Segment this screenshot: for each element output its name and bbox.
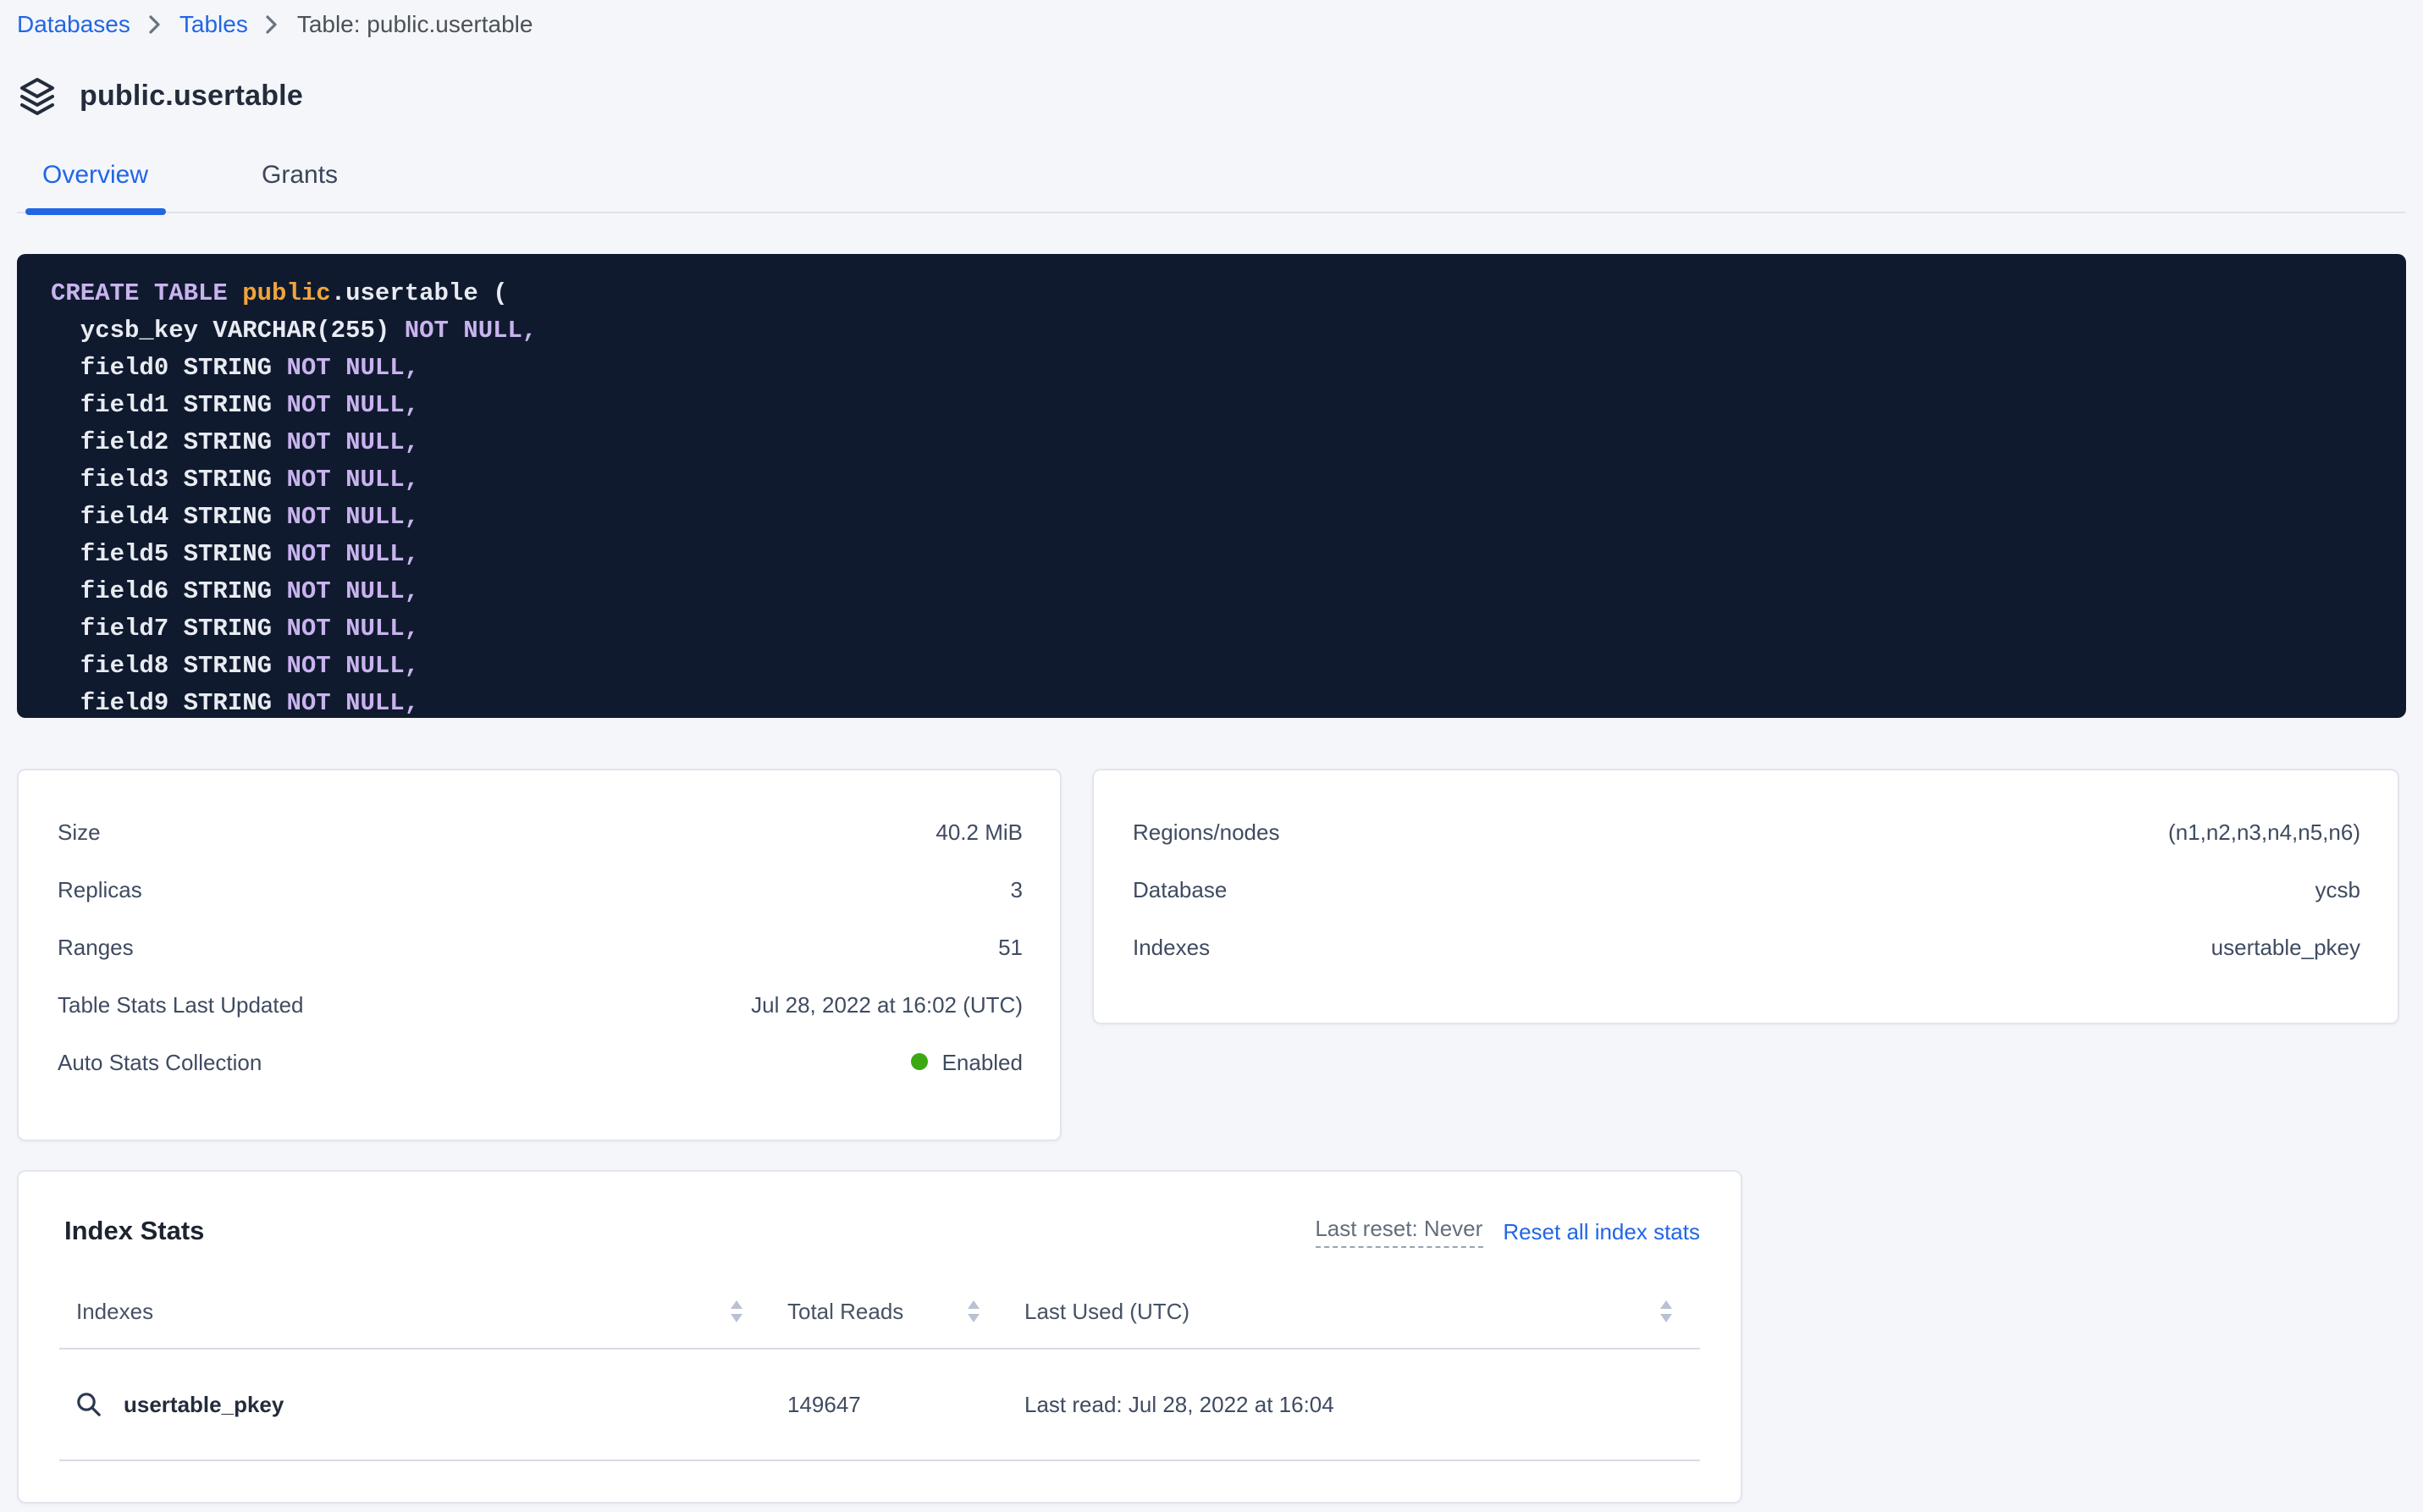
tab-grants[interactable]: Grants <box>245 147 355 212</box>
meta-row-regions: Regions/nodes (n1,n2,n3,n4,n5,n6) <box>1094 803 2398 860</box>
chevron-right-icon <box>267 14 279 33</box>
column-header-last-used[interactable]: Last Used (UTC) <box>1007 1299 1700 1324</box>
table-details-card: Size 40.2 MiB Replicas 3 Ranges 51 Table… <box>17 769 1062 1141</box>
status-text: Enabled <box>942 1049 1023 1074</box>
index-stats-card: Index Stats Last reset: Never Reset all … <box>17 1170 1742 1504</box>
column-label: Total Reads <box>787 1299 903 1324</box>
column-header-total-reads[interactable]: Total Reads <box>770 1299 1007 1324</box>
page-header: public.usertable <box>17 76 2406 117</box>
detail-label: Table Stats Last Updated <box>58 991 304 1017</box>
index-stats-header: Index Stats Last reset: Never Reset all … <box>64 1216 1700 1248</box>
index-name-cell: usertable_pkey <box>59 1392 770 1417</box>
detail-label: Auto Stats Collection <box>58 1049 262 1074</box>
chevron-right-icon <box>149 14 161 33</box>
detail-row-ranges: Ranges 51 <box>19 918 1060 975</box>
meta-row-indexes: Indexes usertable_pkey <box>1094 918 2398 975</box>
total-reads-cell: 149647 <box>770 1392 1007 1417</box>
details-section: Size 40.2 MiB Replicas 3 Ranges 51 Table… <box>17 769 2399 1141</box>
detail-value: 3 <box>1011 876 1023 902</box>
breadcrumb-link-databases[interactable]: Databases <box>17 10 130 37</box>
tab-bar: Overview Grants <box>17 147 2406 213</box>
table-meta-card: Regions/nodes (n1,n2,n3,n4,n5,n6) Databa… <box>1092 769 2399 1024</box>
column-header-indexes[interactable]: Indexes <box>59 1299 770 1324</box>
tab-overview[interactable]: Overview <box>25 147 165 212</box>
detail-value: 40.2 MiB <box>936 819 1023 844</box>
detail-value: Jul 28, 2022 at 16:02 (UTC) <box>751 991 1023 1017</box>
detail-row-size: Size 40.2 MiB <box>19 803 1060 860</box>
table-detail-page: Databases Tables Table: public.usertable… <box>0 0 2423 1512</box>
sort-icon <box>730 1300 743 1322</box>
breadcrumb-link-tables[interactable]: Tables <box>179 10 248 37</box>
meta-value: usertable_pkey <box>2211 934 2360 959</box>
create-table-statement: CREATE TABLE public.usertable ( ycsb_key… <box>17 254 2406 718</box>
sort-icon <box>967 1300 980 1322</box>
detail-row-replicas: Replicas 3 <box>19 860 1060 918</box>
reset-all-index-stats-link[interactable]: Reset all index stats <box>1503 1219 1700 1244</box>
detail-label: Replicas <box>58 876 142 902</box>
detail-label: Ranges <box>58 934 134 959</box>
meta-label: Indexes <box>1133 934 1210 959</box>
table-layers-icon <box>17 76 58 117</box>
meta-value: (n1,n2,n3,n4,n5,n6) <box>2168 819 2360 844</box>
column-label: Indexes <box>76 1299 153 1324</box>
detail-value: 51 <box>998 934 1023 959</box>
index-stats-title: Index Stats <box>64 1217 204 1247</box>
detail-row-auto-stats: Auto Stats Collection Enabled <box>19 1033 1060 1090</box>
meta-row-database: Database ycsb <box>1094 860 2398 918</box>
meta-label: Database <box>1133 876 1227 902</box>
detail-row-stats-updated: Table Stats Last Updated Jul 28, 2022 at… <box>19 975 1060 1033</box>
index-stats-table-header: Indexes Total Reads Last Used (UTC) <box>59 1285 1700 1349</box>
index-stats-table: Indexes Total Reads Last Used (UTC) <box>59 1285 1700 1461</box>
breadcrumb: Databases Tables Table: public.usertable <box>0 0 2423 37</box>
status-dot-green <box>912 1053 929 1070</box>
detail-label: Size <box>58 819 101 844</box>
last-used-cell: Last read: Jul 28, 2022 at 16:04 <box>1007 1392 1700 1417</box>
column-label: Last Used (UTC) <box>1024 1299 1189 1324</box>
index-stats-controls: Last reset: Never Reset all index stats <box>1315 1216 1700 1248</box>
detail-value: Enabled <box>912 1049 1023 1074</box>
last-reset-tooltip-trigger: Last reset: Never <box>1315 1216 1482 1248</box>
meta-value: ycsb <box>2315 876 2360 902</box>
sort-icon <box>1659 1300 1673 1322</box>
index-name: usertable_pkey <box>124 1392 284 1417</box>
meta-label: Regions/nodes <box>1133 819 1279 844</box>
search-icon <box>76 1392 102 1417</box>
page-title: public.usertable <box>80 80 303 113</box>
breadcrumb-current: Table: public.usertable <box>297 10 533 37</box>
index-stats-row[interactable]: usertable_pkey 149647 Last read: Jul 28,… <box>59 1349 1700 1461</box>
